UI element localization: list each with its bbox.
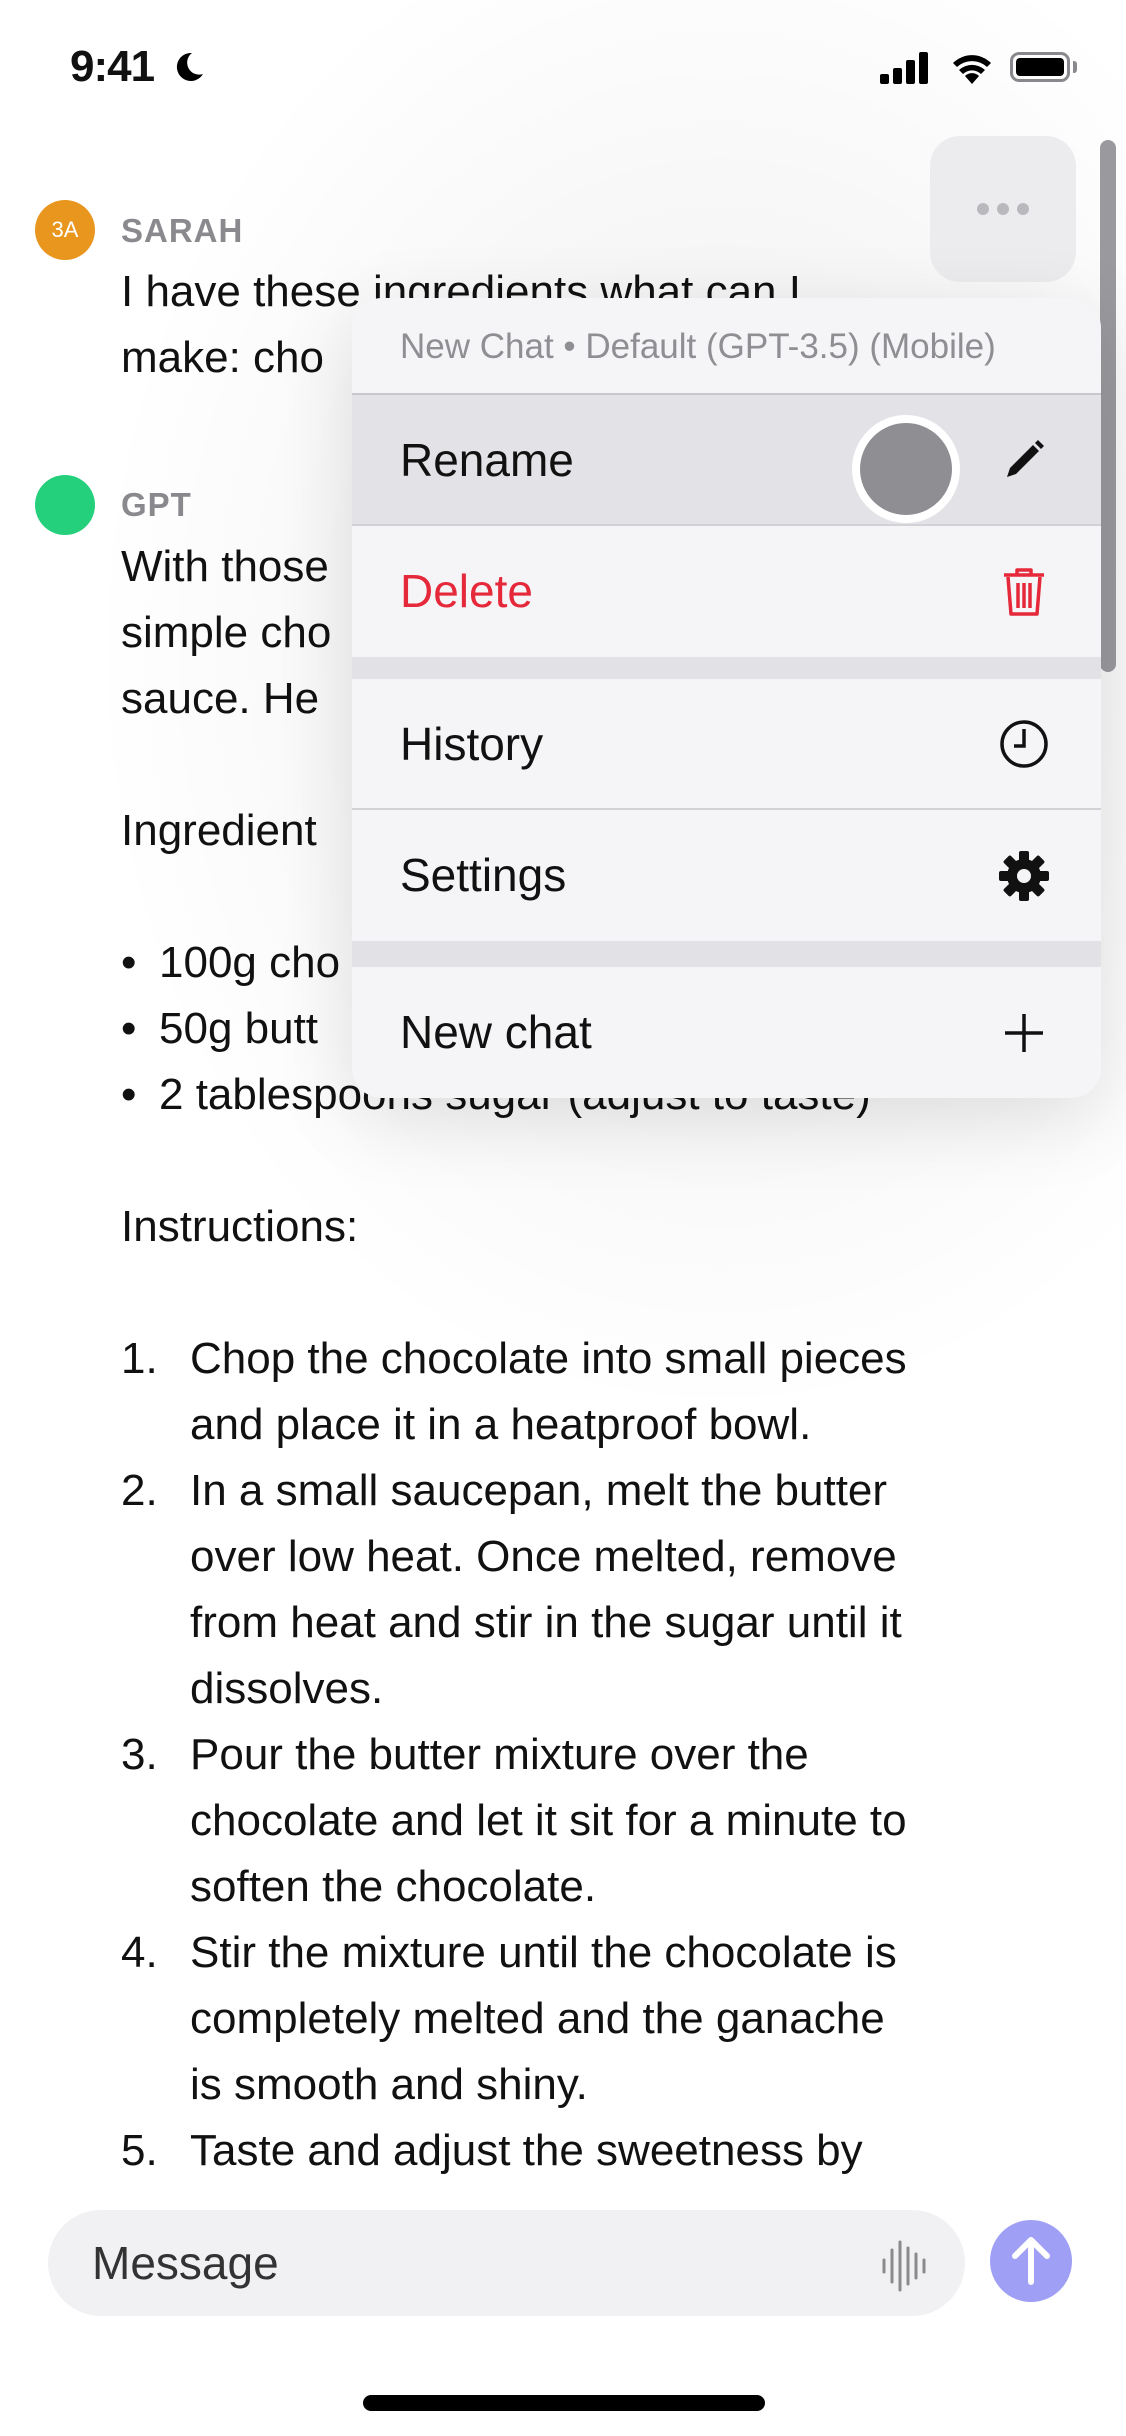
step-number: 1. [121, 1334, 158, 1383]
menu-item-label: Settings [400, 849, 567, 901]
ellipsis-icon [997, 203, 1009, 215]
wifi-icon [953, 55, 991, 84]
status-time: 9:41 [70, 42, 155, 91]
step-text: Stir the mixture until the chocolate is c… [190, 1920, 1061, 2118]
step-line: over low heat. Once melted, remove [190, 1532, 897, 1581]
step-line: Pour the butter mixture over the [190, 1730, 809, 1779]
instruction-step: 4. Stir the mixture until the chocolate i… [121, 1920, 1061, 2118]
menu-section-divider [352, 941, 1101, 967]
context-menu: New Chat • Default (GPT-3.5) (Mobile) Re… [352, 298, 1101, 1098]
user-avatar: 3A [35, 200, 95, 260]
touch-indicator [852, 415, 960, 523]
step-line: chocolate and let it sit for a minute to [190, 1796, 907, 1845]
step-line: and place it in a heatproof bowl. [190, 1400, 812, 1449]
moon-icon [176, 52, 203, 81]
step-line: completely melted and the ganache [190, 1994, 885, 2043]
ellipsis-icon [977, 203, 989, 215]
step-line: from heat and stir in the sugar until it [190, 1598, 902, 1647]
step-line: Taste and adjust the sweetness by [190, 2126, 863, 2175]
home-indicator[interactable] [363, 2395, 765, 2411]
step-number: 2. [121, 1466, 158, 1515]
send-button[interactable] [990, 2220, 1072, 2302]
plus-icon [1005, 1013, 1043, 1052]
step-line: Stir the mixture until the chocolate is [190, 1928, 897, 1977]
menu-item-rename[interactable]: Rename [352, 395, 1101, 526]
user-name: SARAH [121, 212, 244, 249]
step-text: Chop the chocolate into small pieces and … [190, 1326, 1061, 1458]
instruction-step: 5. Taste and adjust the sweetness by [121, 2118, 1061, 2184]
step-number: 3. [121, 1730, 158, 1779]
instruction-step: 1. Chop the chocolate into small pieces an… [121, 1326, 1061, 1458]
instruction-step: 2. In a small saucepan, melt the butter ov… [121, 1458, 1061, 1722]
gear-icon [999, 850, 1049, 901]
step-line: is smooth and shiny. [190, 2060, 588, 2109]
step-line: soften the chocolate. [190, 1862, 597, 1911]
message-placeholder: Message [92, 2237, 279, 2289]
step-line: Chop the chocolate into small pieces [190, 1334, 907, 1383]
instructions-heading: Instructions: [121, 1202, 359, 1251]
arrow-up-icon [1012, 2237, 1050, 2285]
gpt-avatar [35, 475, 95, 535]
trash-icon [1004, 567, 1044, 616]
menu-header: New Chat • Default (GPT-3.5) (Mobile) [352, 298, 1101, 395]
menu-item-history[interactable]: History [352, 679, 1101, 810]
step-text: Pour the butter mixture over the chocolat… [190, 1722, 1061, 1920]
step-line: dissolves. [190, 1664, 384, 1713]
menu-section-divider [352, 657, 1101, 679]
battery-cap [1073, 61, 1077, 73]
waveform-icon[interactable] [879, 2240, 929, 2292]
instructions-list: 1. Chop the chocolate into small pieces an… [121, 1326, 1061, 2184]
menu-item-label: New chat [400, 1006, 592, 1058]
battery-icon [1010, 52, 1070, 82]
menu-item-delete[interactable]: Delete [352, 526, 1101, 657]
menu-item-label: History [400, 718, 544, 770]
scrollbar[interactable] [1100, 140, 1116, 672]
pencil-icon [1007, 439, 1044, 477]
step-number: 4. [121, 1928, 158, 1977]
step-text: Taste and adjust the sweetness by [190, 2118, 1061, 2184]
cellular-signal-icon [880, 52, 930, 84]
menu-item-settings[interactable]: Settings [352, 810, 1101, 941]
more-options-button[interactable] [930, 136, 1076, 282]
clock-icon [1000, 719, 1048, 768]
ellipsis-icon [1017, 203, 1029, 215]
step-number: 5. [121, 2126, 158, 2175]
menu-item-label: Delete [400, 565, 533, 617]
step-text: In a small saucepan, melt the butter over… [190, 1458, 1061, 1722]
instruction-step: 3. Pour the butter mixture over the chocol… [121, 1722, 1061, 1920]
message-input[interactable]: Message [48, 2210, 965, 2316]
menu-item-new-chat[interactable]: New chat [352, 967, 1101, 1098]
gpt-name: GPT [121, 486, 192, 523]
menu-item-label: Rename [400, 434, 574, 486]
step-line: In a small saucepan, melt the butter [190, 1466, 888, 1515]
